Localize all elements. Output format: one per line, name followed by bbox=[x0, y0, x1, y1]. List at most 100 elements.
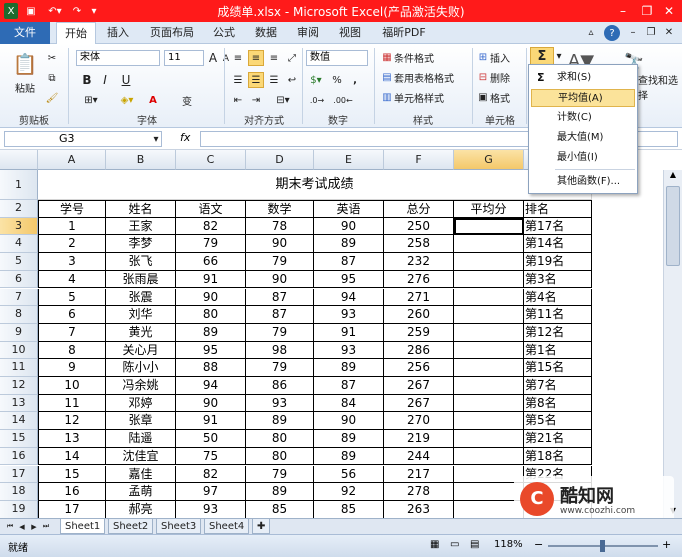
data-cell[interactable]: 80 bbox=[246, 447, 314, 466]
zoom-in-button[interactable]: + bbox=[662, 538, 674, 552]
data-cell[interactable]: 张章 bbox=[106, 412, 176, 431]
increase-decimal-icon[interactable]: .0→ bbox=[306, 92, 328, 108]
data-cell[interactable]: 219 bbox=[384, 430, 454, 448]
column-header[interactable]: E bbox=[314, 150, 384, 170]
data-cell[interactable]: 250 bbox=[384, 217, 454, 236]
data-cell[interactable]: 第17名 bbox=[524, 217, 592, 236]
data-cell[interactable]: 张震 bbox=[106, 288, 176, 307]
data-cell[interactable]: 85 bbox=[246, 500, 314, 519]
align-right-icon[interactable]: ☰ bbox=[266, 72, 282, 88]
next-sheet-icon[interactable]: ▶ bbox=[28, 520, 40, 533]
sheet-tab-3[interactable]: Sheet3 bbox=[156, 519, 202, 534]
data-cell[interactable]: 90 bbox=[176, 288, 246, 307]
minimize-button[interactable]: – bbox=[612, 2, 634, 20]
close-button[interactable]: ✕ bbox=[658, 2, 680, 20]
data-cell[interactable]: 260 bbox=[384, 306, 454, 324]
data-cell[interactable]: 8 bbox=[38, 341, 106, 360]
format-painter-icon[interactable]: 🖌 bbox=[44, 90, 60, 106]
align-middle-icon[interactable]: ≡ bbox=[248, 50, 264, 66]
data-cell[interactable]: 第4名 bbox=[524, 288, 592, 307]
row-header[interactable]: 18 bbox=[0, 483, 38, 501]
doc-restore-button[interactable]: ❐ bbox=[644, 25, 658, 39]
data-cell[interactable]: 第21名 bbox=[524, 430, 592, 448]
scroll-up-icon[interactable]: ▲ bbox=[666, 170, 680, 184]
border-icon[interactable]: ⊞▾ bbox=[80, 92, 102, 108]
data-cell[interactable]: 50 bbox=[176, 430, 246, 448]
format-cells-button[interactable]: 格式 bbox=[490, 90, 524, 105]
row-header[interactable]: 17 bbox=[0, 465, 38, 484]
column-header[interactable]: B bbox=[106, 150, 176, 170]
row-header[interactable]: 1 bbox=[0, 170, 38, 200]
scroll-thumb[interactable] bbox=[666, 186, 680, 266]
data-cell[interactable]: 79 bbox=[246, 465, 314, 484]
merge-center-icon[interactable]: ⊟▾ bbox=[270, 92, 296, 108]
data-cell[interactable]: 嘉佳 bbox=[106, 465, 176, 484]
data-cell[interactable]: 10 bbox=[38, 377, 106, 395]
data-cell[interactable]: 87 bbox=[314, 253, 384, 271]
header-cell[interactable]: 总分 bbox=[384, 200, 454, 218]
data-cell[interactable]: 84 bbox=[314, 394, 384, 413]
header-cell[interactable]: 姓名 bbox=[106, 200, 176, 218]
active-cell[interactable] bbox=[454, 217, 524, 236]
data-cell[interactable]: 张飞 bbox=[106, 253, 176, 271]
data-cell[interactable]: 沈佳宜 bbox=[106, 447, 176, 466]
data-cell[interactable]: 郝亮 bbox=[106, 500, 176, 519]
prev-sheet-icon[interactable]: ◀ bbox=[16, 520, 28, 533]
orientation-icon[interactable]: ⤢ bbox=[284, 50, 300, 66]
data-cell[interactable]: 79 bbox=[246, 359, 314, 377]
delete-cells-button[interactable]: 删除 bbox=[490, 70, 524, 85]
row-header[interactable]: 14 bbox=[0, 412, 38, 431]
data-cell[interactable]: 6 bbox=[38, 306, 106, 324]
data-cell[interactable]: 5 bbox=[38, 288, 106, 307]
bold-button[interactable]: B bbox=[80, 72, 94, 88]
data-cell[interactable] bbox=[454, 323, 524, 342]
data-cell[interactable]: 98 bbox=[246, 341, 314, 360]
data-cell[interactable]: 89 bbox=[314, 235, 384, 254]
number-format-select[interactable]: 数值 bbox=[306, 50, 368, 66]
paste-icon[interactable]: 📋 bbox=[10, 48, 40, 80]
cell-styles-icon[interactable]: ▥ bbox=[380, 90, 394, 104]
data-cell[interactable]: 90 bbox=[314, 217, 384, 236]
data-cell[interactable] bbox=[454, 394, 524, 413]
data-cell[interactable]: 89 bbox=[314, 430, 384, 448]
header-cell[interactable]: 语文 bbox=[176, 200, 246, 218]
row-header[interactable]: 13 bbox=[0, 394, 38, 413]
row-header[interactable]: 6 bbox=[0, 270, 38, 289]
data-cell[interactable]: 11 bbox=[38, 394, 106, 413]
data-cell[interactable]: 89 bbox=[314, 359, 384, 377]
data-cell[interactable]: 关心月 bbox=[106, 341, 176, 360]
row-header[interactable]: 9 bbox=[0, 323, 38, 342]
table-format-icon[interactable]: ▤ bbox=[380, 70, 394, 84]
data-cell[interactable]: 第12名 bbox=[524, 323, 592, 342]
decrease-indent-icon[interactable]: ⇤ bbox=[230, 92, 246, 108]
tab-foxit-pdf[interactable]: 福昕PDF bbox=[376, 22, 432, 44]
data-cell[interactable] bbox=[454, 359, 524, 377]
autosum-menu-item[interactable]: 计数(C) bbox=[531, 109, 635, 127]
collapse-ribbon-icon[interactable]: ▵ bbox=[584, 25, 598, 39]
data-cell[interactable]: 80 bbox=[176, 306, 246, 324]
column-header[interactable]: A bbox=[38, 150, 106, 170]
data-cell[interactable] bbox=[454, 270, 524, 289]
insert-cells-icon[interactable]: ⊞ bbox=[476, 50, 490, 64]
format-cells-icon[interactable]: ▣ bbox=[476, 90, 490, 104]
data-cell[interactable]: 97 bbox=[176, 483, 246, 501]
row-header[interactable]: 8 bbox=[0, 306, 38, 324]
tab-review[interactable]: 审阅 bbox=[290, 22, 326, 44]
align-bottom-icon[interactable]: ≡ bbox=[266, 50, 282, 66]
data-cell[interactable]: 56 bbox=[314, 465, 384, 484]
data-cell[interactable]: 王家 bbox=[106, 217, 176, 236]
tab-view[interactable]: 视图 bbox=[332, 22, 368, 44]
data-cell[interactable]: 87 bbox=[246, 288, 314, 307]
data-cell[interactable] bbox=[454, 412, 524, 431]
data-cell[interactable]: 第18名 bbox=[524, 447, 592, 466]
data-cell[interactable]: 刘华 bbox=[106, 306, 176, 324]
data-cell[interactable]: 第1名 bbox=[524, 341, 592, 360]
data-cell[interactable]: 89 bbox=[246, 483, 314, 501]
data-cell[interactable] bbox=[454, 341, 524, 360]
data-cell[interactable]: 12 bbox=[38, 412, 106, 431]
data-cell[interactable]: 271 bbox=[384, 288, 454, 307]
data-cell[interactable]: 91 bbox=[176, 270, 246, 289]
underline-button[interactable]: U bbox=[116, 72, 136, 88]
autosum-menu-item[interactable]: Σ 求和(S) bbox=[531, 69, 635, 87]
data-cell[interactable]: 3 bbox=[38, 253, 106, 271]
